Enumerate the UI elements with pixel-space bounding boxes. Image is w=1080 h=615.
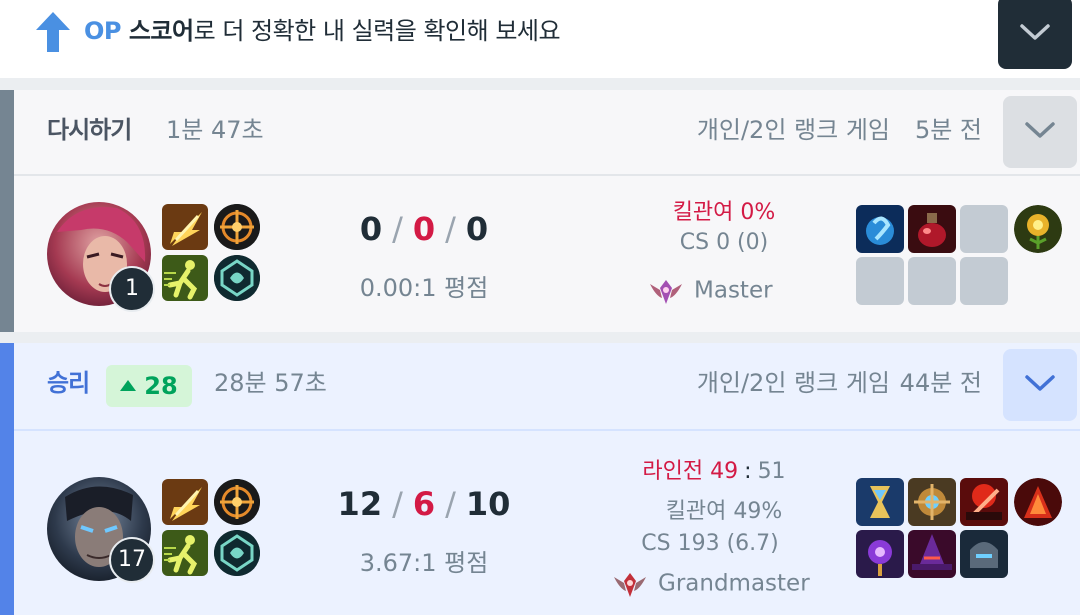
red-blade-item-icon[interactable] — [960, 478, 1008, 526]
laning-score: 라인전 49:51 — [614, 453, 814, 485]
banner-text: OP 스코어로 더 정확한 내 실력을 확인해 보세요 — [84, 13, 561, 49]
match-duration: 28분 57초 — [214, 369, 327, 397]
average-tier: Master — [648, 276, 773, 306]
kills: 12 — [337, 485, 383, 523]
hourglass-item-icon[interactable] — [856, 478, 904, 526]
kill-participation: 킬관여 0% — [672, 200, 776, 225]
queue-type: 개인/2인 랭크 게임 — [696, 116, 890, 144]
chevron-down-icon — [1020, 24, 1050, 40]
empty-item-slot — [856, 257, 904, 305]
witch-hat-item-icon[interactable] — [908, 530, 956, 578]
match-detail-button[interactable] — [1003, 349, 1077, 421]
master-emblem-icon — [650, 280, 682, 304]
laning-score-opponent: 51 — [757, 459, 786, 484]
banner-rest: 로 더 정확한 내 실력을 확인해 보세요 — [193, 17, 561, 45]
queue-type: 개인/2인 랭크 게임 — [696, 369, 890, 397]
match-card[interactable]: 다시하기 1분 47초 개인/2인 랭크 게임 5분 전 1 0 / 0 / 0… — [0, 90, 1080, 332]
match-header: 승리 28 28분 57초 개인/2인 랭크 게임 44분 전 — [14, 343, 1080, 431]
assists: 0 — [465, 210, 489, 248]
resolve-rune-icon — [214, 255, 260, 301]
triangle-up-icon — [120, 380, 137, 391]
match-card[interactable]: 승리 28 28분 57초 개인/2인 랭크 게임 44분 전 17 12 / … — [0, 343, 1080, 615]
kda-ratio: 0.00:1 평점 — [359, 274, 489, 302]
clockwork-item-icon[interactable] — [908, 478, 956, 526]
banner-score: 스코어 — [121, 17, 194, 45]
empty-item-slot — [960, 257, 1008, 305]
lp-change-badge: 28 — [106, 365, 192, 407]
empty-item-slot — [960, 205, 1008, 253]
match-result: 승리 — [47, 369, 90, 397]
kda-score: 12/6/10 — [337, 485, 511, 523]
tier-name: Master — [694, 277, 773, 304]
empty-item-slot — [908, 257, 956, 305]
potion-item-icon[interactable] — [908, 205, 956, 253]
flame-cape-item-icon[interactable] — [1014, 478, 1062, 526]
ghost-spell-icon — [162, 255, 208, 301]
ghost-spell-icon — [162, 530, 208, 576]
match-duration: 1분 47초 — [166, 116, 264, 144]
iron-helm-item-icon[interactable] — [960, 530, 1008, 578]
kills: 0 — [359, 210, 383, 248]
arrow-up-icon — [36, 12, 70, 52]
deaths: 6 — [412, 485, 436, 523]
flash-spell-icon — [162, 204, 208, 250]
cs-stat: CS 193 (6.7) — [641, 531, 779, 556]
chevron-down-icon — [1025, 375, 1055, 391]
tier-name: Grandmaster — [658, 570, 810, 597]
average-tier: Grandmaster — [612, 569, 810, 599]
flash-spell-icon — [162, 479, 208, 525]
frost-orb-item-icon[interactable] — [856, 205, 904, 253]
op-score-banner: OP 스코어로 더 정확한 내 실력을 확인해 보세요 — [0, 0, 1080, 78]
match-detail-button[interactable] — [1003, 96, 1077, 168]
chevron-down-icon — [1025, 122, 1055, 138]
assists: 10 — [465, 485, 511, 523]
lp-change-value: 28 — [144, 372, 178, 400]
kda-ratio: 3.67:1 평점 — [359, 549, 489, 577]
precision-rune-icon — [214, 479, 260, 525]
laning-score-separator: : — [744, 459, 752, 484]
match-body: 1 0/0/0 0.00:1 평점 킬관여 0% CS 0 (0) Master — [14, 176, 1080, 332]
result-side-bar — [0, 90, 14, 332]
match-header: 다시하기 1분 47초 개인/2인 랭크 게임 5분 전 — [14, 90, 1080, 176]
cs-stat: CS 0 (0) — [679, 230, 769, 255]
kill-participation: 킬관여 49% — [665, 499, 783, 524]
kda-score: 0/0/0 — [359, 210, 489, 248]
result-side-bar — [0, 343, 14, 615]
grandmaster-emblem-icon — [614, 573, 646, 597]
champion-level-badge: 1 — [109, 266, 155, 312]
champion-level-badge: 17 — [109, 537, 155, 583]
match-result: 다시하기 — [47, 116, 132, 144]
time-ago: 44분 전 — [899, 369, 982, 397]
resolve-rune-icon — [214, 530, 260, 576]
deaths: 0 — [412, 210, 436, 248]
void-staff-item-icon[interactable] — [856, 530, 904, 578]
banner-expand-button[interactable] — [998, 0, 1072, 69]
laning-score-label: 라인전 49 — [642, 459, 739, 484]
banner-op: OP — [84, 17, 122, 45]
precision-rune-icon — [214, 204, 260, 250]
golden-flower-trinket-icon[interactable] — [1014, 205, 1062, 253]
match-body: 17 12/6/10 3.67:1 평점 라인전 49: 51 킬관여 49%… — [14, 429, 1080, 615]
time-ago: 5분 전 — [914, 116, 982, 144]
